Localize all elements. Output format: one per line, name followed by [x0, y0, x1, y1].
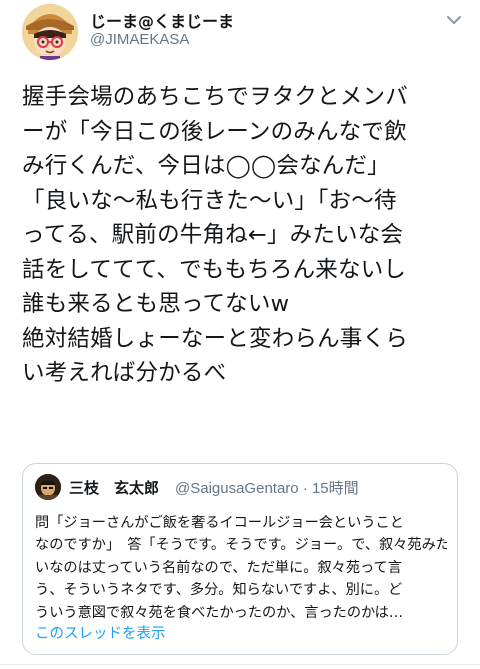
- quoted-author-handle-time: @SaigusaGentaro · 15時間: [175, 480, 359, 497]
- tweet-line: み行くんだ、今日は◯◯会なんだ」: [22, 153, 390, 179]
- anime-avatar-icon: [22, 4, 78, 60]
- chevron-down-icon: [447, 16, 461, 24]
- tweet-line: 話をしててて、でももちろん来ないし: [22, 256, 407, 283]
- quoted-tweet-card[interactable]: 三枝 玄太郎 @SaigusaGentaro · 15時間 問「ジョーさんがご飯…: [22, 463, 458, 655]
- tweet-line: 握手会場のあちこちでヲタクとメンバ: [22, 84, 408, 110]
- quoted-tweet-text: 問「ジョーさんがご飯を奢るイコールジョー会ということ なのですか」 答「そうです…: [35, 512, 447, 624]
- tweet-header: じーま@くまじーま @JIMAEKASA: [0, 0, 480, 72]
- show-thread-link[interactable]: このスレッドを表示: [35, 622, 166, 643]
- author-handle[interactable]: @JIMAEKASA: [90, 31, 189, 48]
- tweet-line: 「良いな〜私も行きた〜い」「お〜待: [22, 187, 397, 214]
- quoted-tweet-line: ういう意図で叙々苑を食べたかったのか、言ったのかは…: [35, 604, 404, 621]
- quoted-author-name: 三枝 玄太郎: [69, 479, 160, 497]
- author-avatar[interactable]: [22, 4, 78, 60]
- tweet-text: 握手会場のあちこちでヲタクとメンバ ーが「今日この後レーンのみんなで飲 み行くん…: [22, 80, 462, 391]
- quoted-tweet-line: う、そういうネタです、多分。知らないですよ、別に。ど: [35, 582, 403, 599]
- quoted-tweet-header: 三枝 玄太郎 @SaigusaGentaro · 15時間: [35, 474, 445, 500]
- profile-photo-icon: [35, 474, 61, 500]
- tweet-line: 誰も来るとも思ってないw: [22, 291, 290, 317]
- quoted-author-avatar: [35, 474, 61, 500]
- author-display-name[interactable]: じーま@くまじーま: [90, 8, 234, 32]
- more-options-button[interactable]: [440, 6, 468, 34]
- tweet-line: ーが「今日この後レーンのみんなで飲: [22, 118, 407, 145]
- quoted-tweet-line: 問「ジョーさんがご飯を奢るイコールジョー会ということ: [35, 515, 404, 531]
- tweet-line: 絶対結婚しょーなーと変わらん事くら: [22, 325, 408, 352]
- divider: [0, 664, 480, 665]
- tweet-line: ってる、駅前の牛角ね←」みたいな会: [22, 222, 404, 248]
- quoted-tweet-line: なのですか」 答「そうです。そうです。ジョー。で、叙々苑みた: [35, 537, 447, 554]
- tweet-line: い考えれば分かるべ: [22, 360, 227, 386]
- quoted-tweet-line: いなのは丈っていう名前なので、ただ単に。叙々苑って言: [35, 559, 402, 576]
